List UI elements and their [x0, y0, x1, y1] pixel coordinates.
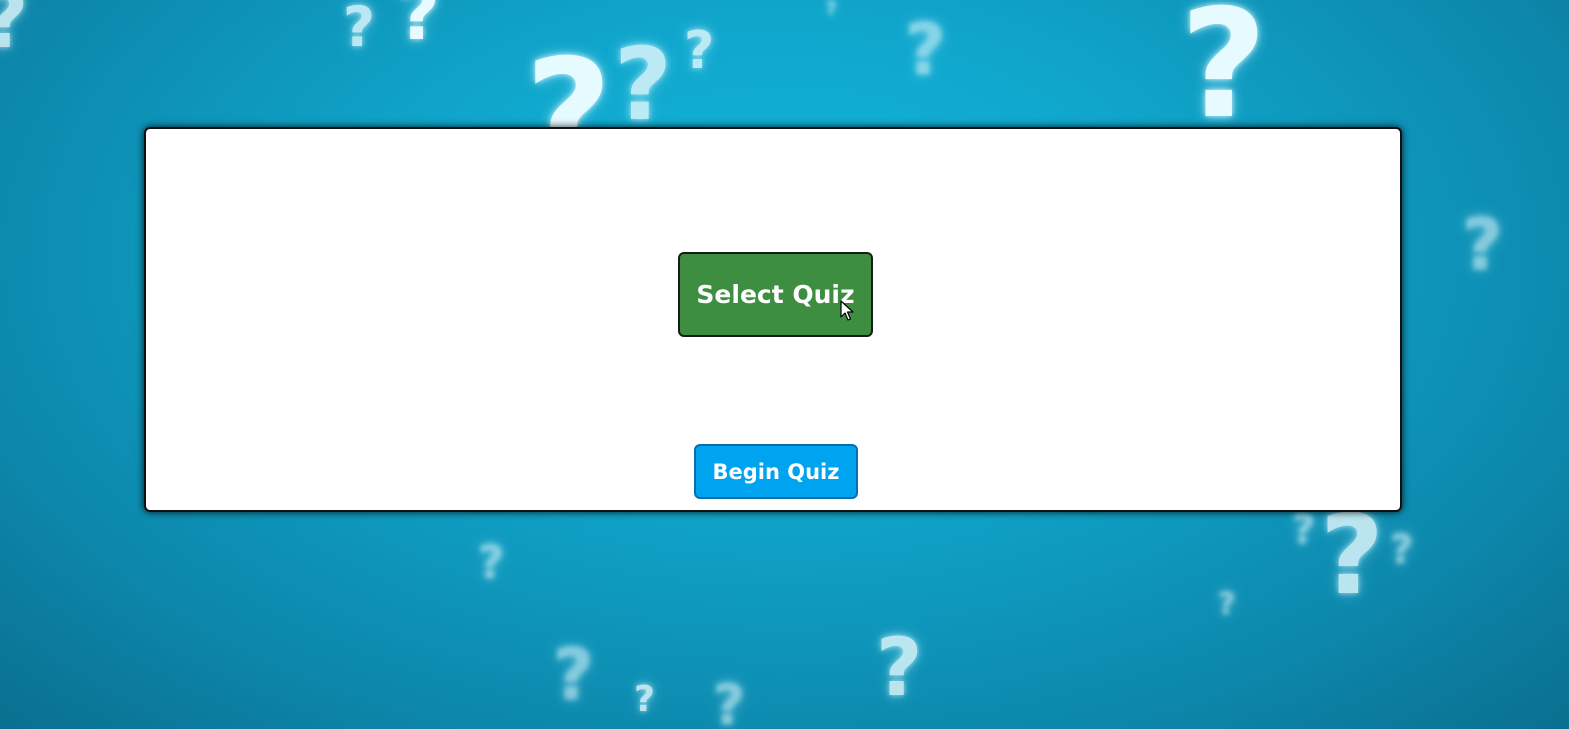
- question-mark-icon: ?: [478, 536, 505, 589]
- question-mark-icon: ?: [684, 21, 715, 81]
- question-mark-icon: ?: [614, 26, 673, 143]
- question-mark-icon: ?: [343, 0, 375, 59]
- question-mark-icon: ?: [1180, 0, 1268, 152]
- begin-quiz-button[interactable]: Begin Quiz: [694, 444, 858, 499]
- question-mark-icon: ?: [1390, 527, 1414, 573]
- question-mark-icon: ?: [0, 0, 28, 60]
- question-mark-icon: ?: [713, 673, 745, 729]
- question-mark-icon: ?: [398, 0, 440, 56]
- question-mark-icon: ?: [1462, 204, 1503, 286]
- question-mark-icon: ?: [1292, 507, 1316, 553]
- question-mark-icon: ?: [905, 9, 946, 91]
- question-mark-icon: ?: [553, 634, 594, 716]
- question-mark-icon: ?: [1320, 491, 1384, 619]
- question-mark-icon: ?: [1218, 587, 1236, 622]
- quiz-panel: Select Quiz Begin Quiz: [144, 127, 1402, 512]
- question-mark-icon: ?: [876, 621, 923, 714]
- question-mark-icon: ?: [826, 0, 837, 19]
- question-mark-icon: ?: [634, 679, 655, 720]
- select-quiz-button[interactable]: Select Quiz: [678, 252, 873, 337]
